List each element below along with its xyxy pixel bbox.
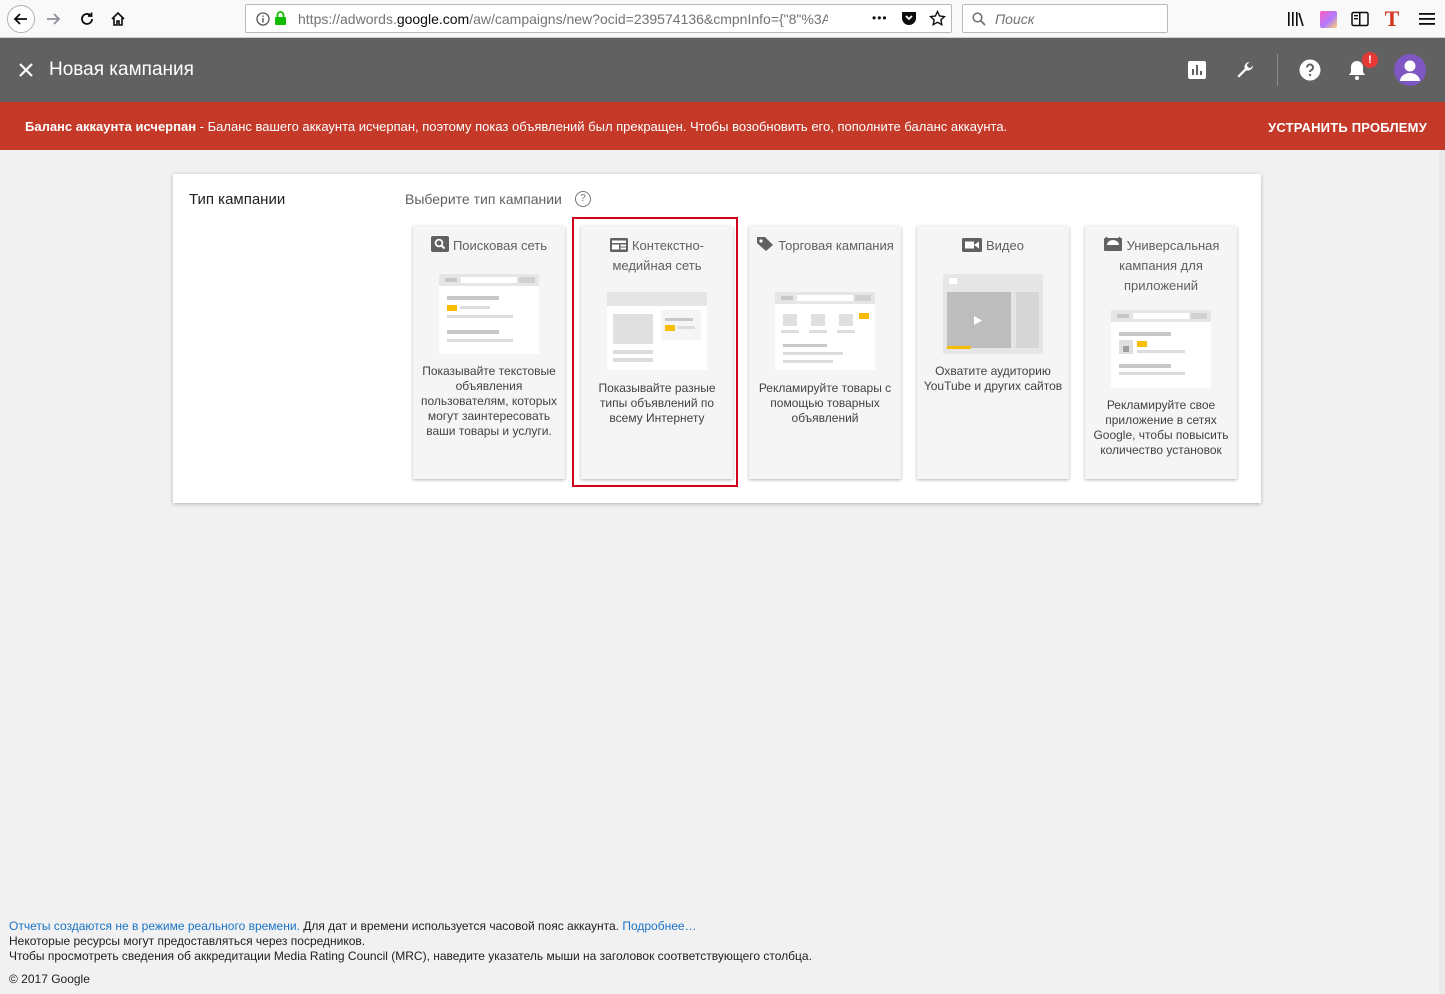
section-label: Тип кампании [189,191,286,208]
tile-title: Торговая кампания [778,238,894,253]
tile-description: Охватите аудиторию YouTube и других сайт… [923,364,1063,393]
library-icon[interactable] [1285,8,1307,30]
video-icon [962,238,982,252]
home-icon [111,11,125,26]
close-button[interactable] [14,58,38,82]
tile-title: Поисковая сеть [452,238,548,253]
tag-icon [757,237,774,251]
page-title: Новая кампания [49,59,194,80]
tile-description: Показывайте текстовые объявления пользов… [420,364,558,438]
app-ad-illustration [1111,310,1211,388]
url-text: https://adwords.google.com/aw/campaigns/… [298,11,828,27]
notification-badge: ! [1362,52,1378,68]
search-placeholder: Поиск [995,11,1035,27]
campaign-type-prompt: Выберите тип кампании [405,191,562,207]
search-ad-illustration [439,274,539,354]
display-icon [609,238,628,252]
footer-timezone-text: Для дат и времени используется часовой п… [299,919,623,933]
campaign-type-search[interactable]: Поисковая сеть Показывайте текстовые объ… [413,226,565,479]
bar-chart-icon [1188,61,1206,79]
page-actions-menu-button[interactable]: ••• [872,11,888,25]
android-icon [1103,236,1122,251]
info-icon[interactable] [256,12,270,26]
tile-description: Рекламируйте товары с помощью товарных о… [758,381,892,425]
campaign-type-shopping[interactable]: Торговая кампания Рекламируйте товары с … [749,226,901,479]
campaign-type-display[interactable]: Контекстно-медийная сеть Показывайте раз… [581,226,733,479]
extension-color-icon[interactable] [1317,8,1339,30]
pocket-icon[interactable] [901,11,917,26]
header-divider [1277,54,1278,86]
tools-button[interactable] [1233,58,1257,82]
forward-arrow-icon [47,13,61,25]
campaign-type-video[interactable]: Видео Охватите аудиторию YouTube и други… [917,226,1069,479]
reload-icon [81,12,93,25]
close-icon [19,63,33,77]
copyright: © 2017 Google [9,972,90,986]
footer: Отчеты создаются не в режиме реального в… [9,919,812,987]
realtime-reports-link[interactable]: Отчеты создаются не в режиме реального в… [9,919,300,933]
footer-mrc-text: Чтобы просмотреть сведения об аккредитац… [9,949,812,963]
tile-title: Универсальная кампания для приложений [1119,238,1220,293]
bookmark-star-icon[interactable] [929,10,946,27]
search-icon [972,12,986,26]
search-icon [430,236,449,252]
forward-button[interactable] [38,4,68,34]
footer-intermediaries-text: Некоторые ресурсы могут предоставляться … [9,934,366,948]
help-circle-icon[interactable]: ? [575,191,591,207]
play-icon [974,316,982,325]
campaign-type-card: Тип кампании Выберите тип кампании ? Пои… [173,174,1261,503]
wrench-icon [1237,62,1253,78]
tile-description: Рекламируйте свое приложение в сетях Goo… [1093,398,1229,457]
alert-text: - Баланс вашего аккаунта исчерпан, поэто… [196,119,1008,134]
scrollbar[interactable] [1439,150,1445,994]
browser-search-field[interactable]: Поиск [962,4,1168,33]
url-bar[interactable]: https://adwords.google.com/aw/campaigns/… [245,4,952,33]
learn-more-link[interactable]: Подробнее… [622,919,696,933]
alert-message: Баланс аккаунта исчерпан - Баланс вашего… [25,119,1007,134]
video-ad-illustration [943,274,1043,354]
shopping-ad-illustration [775,292,875,370]
sidebar-icon[interactable] [1349,8,1371,30]
translate-extension-icon[interactable]: T [1381,8,1403,30]
fix-problem-button[interactable]: УСТРАНИТЬ ПРОБЛЕМУ [1268,120,1427,135]
user-icon [1400,60,1420,81]
home-button[interactable] [103,4,133,34]
lock-icon [275,11,286,25]
account-balance-alert: Баланс аккаунта исчерпан - Баланс вашего… [0,102,1445,150]
campaign-type-app[interactable]: Универсальная кампания для приложений Ре… [1085,226,1237,479]
reload-button[interactable] [72,4,102,34]
tile-title: Видео [986,238,1024,253]
browser-toolbar: https://adwords.google.com/aw/campaigns/… [0,0,1445,38]
app-header: Новая кампания [0,38,1445,102]
help-icon [1299,59,1321,81]
menu-icon[interactable] [1416,8,1438,30]
help-button[interactable] [1298,58,1322,82]
tile-description: Показывайте разные типы объявлений по вс… [598,381,716,425]
alert-title: Баланс аккаунта исчерпан [25,119,197,134]
back-button[interactable] [6,4,36,34]
display-ad-illustration [607,292,707,370]
avatar[interactable] [1394,54,1426,86]
reports-button[interactable] [1185,58,1209,82]
back-arrow-icon [7,5,35,33]
